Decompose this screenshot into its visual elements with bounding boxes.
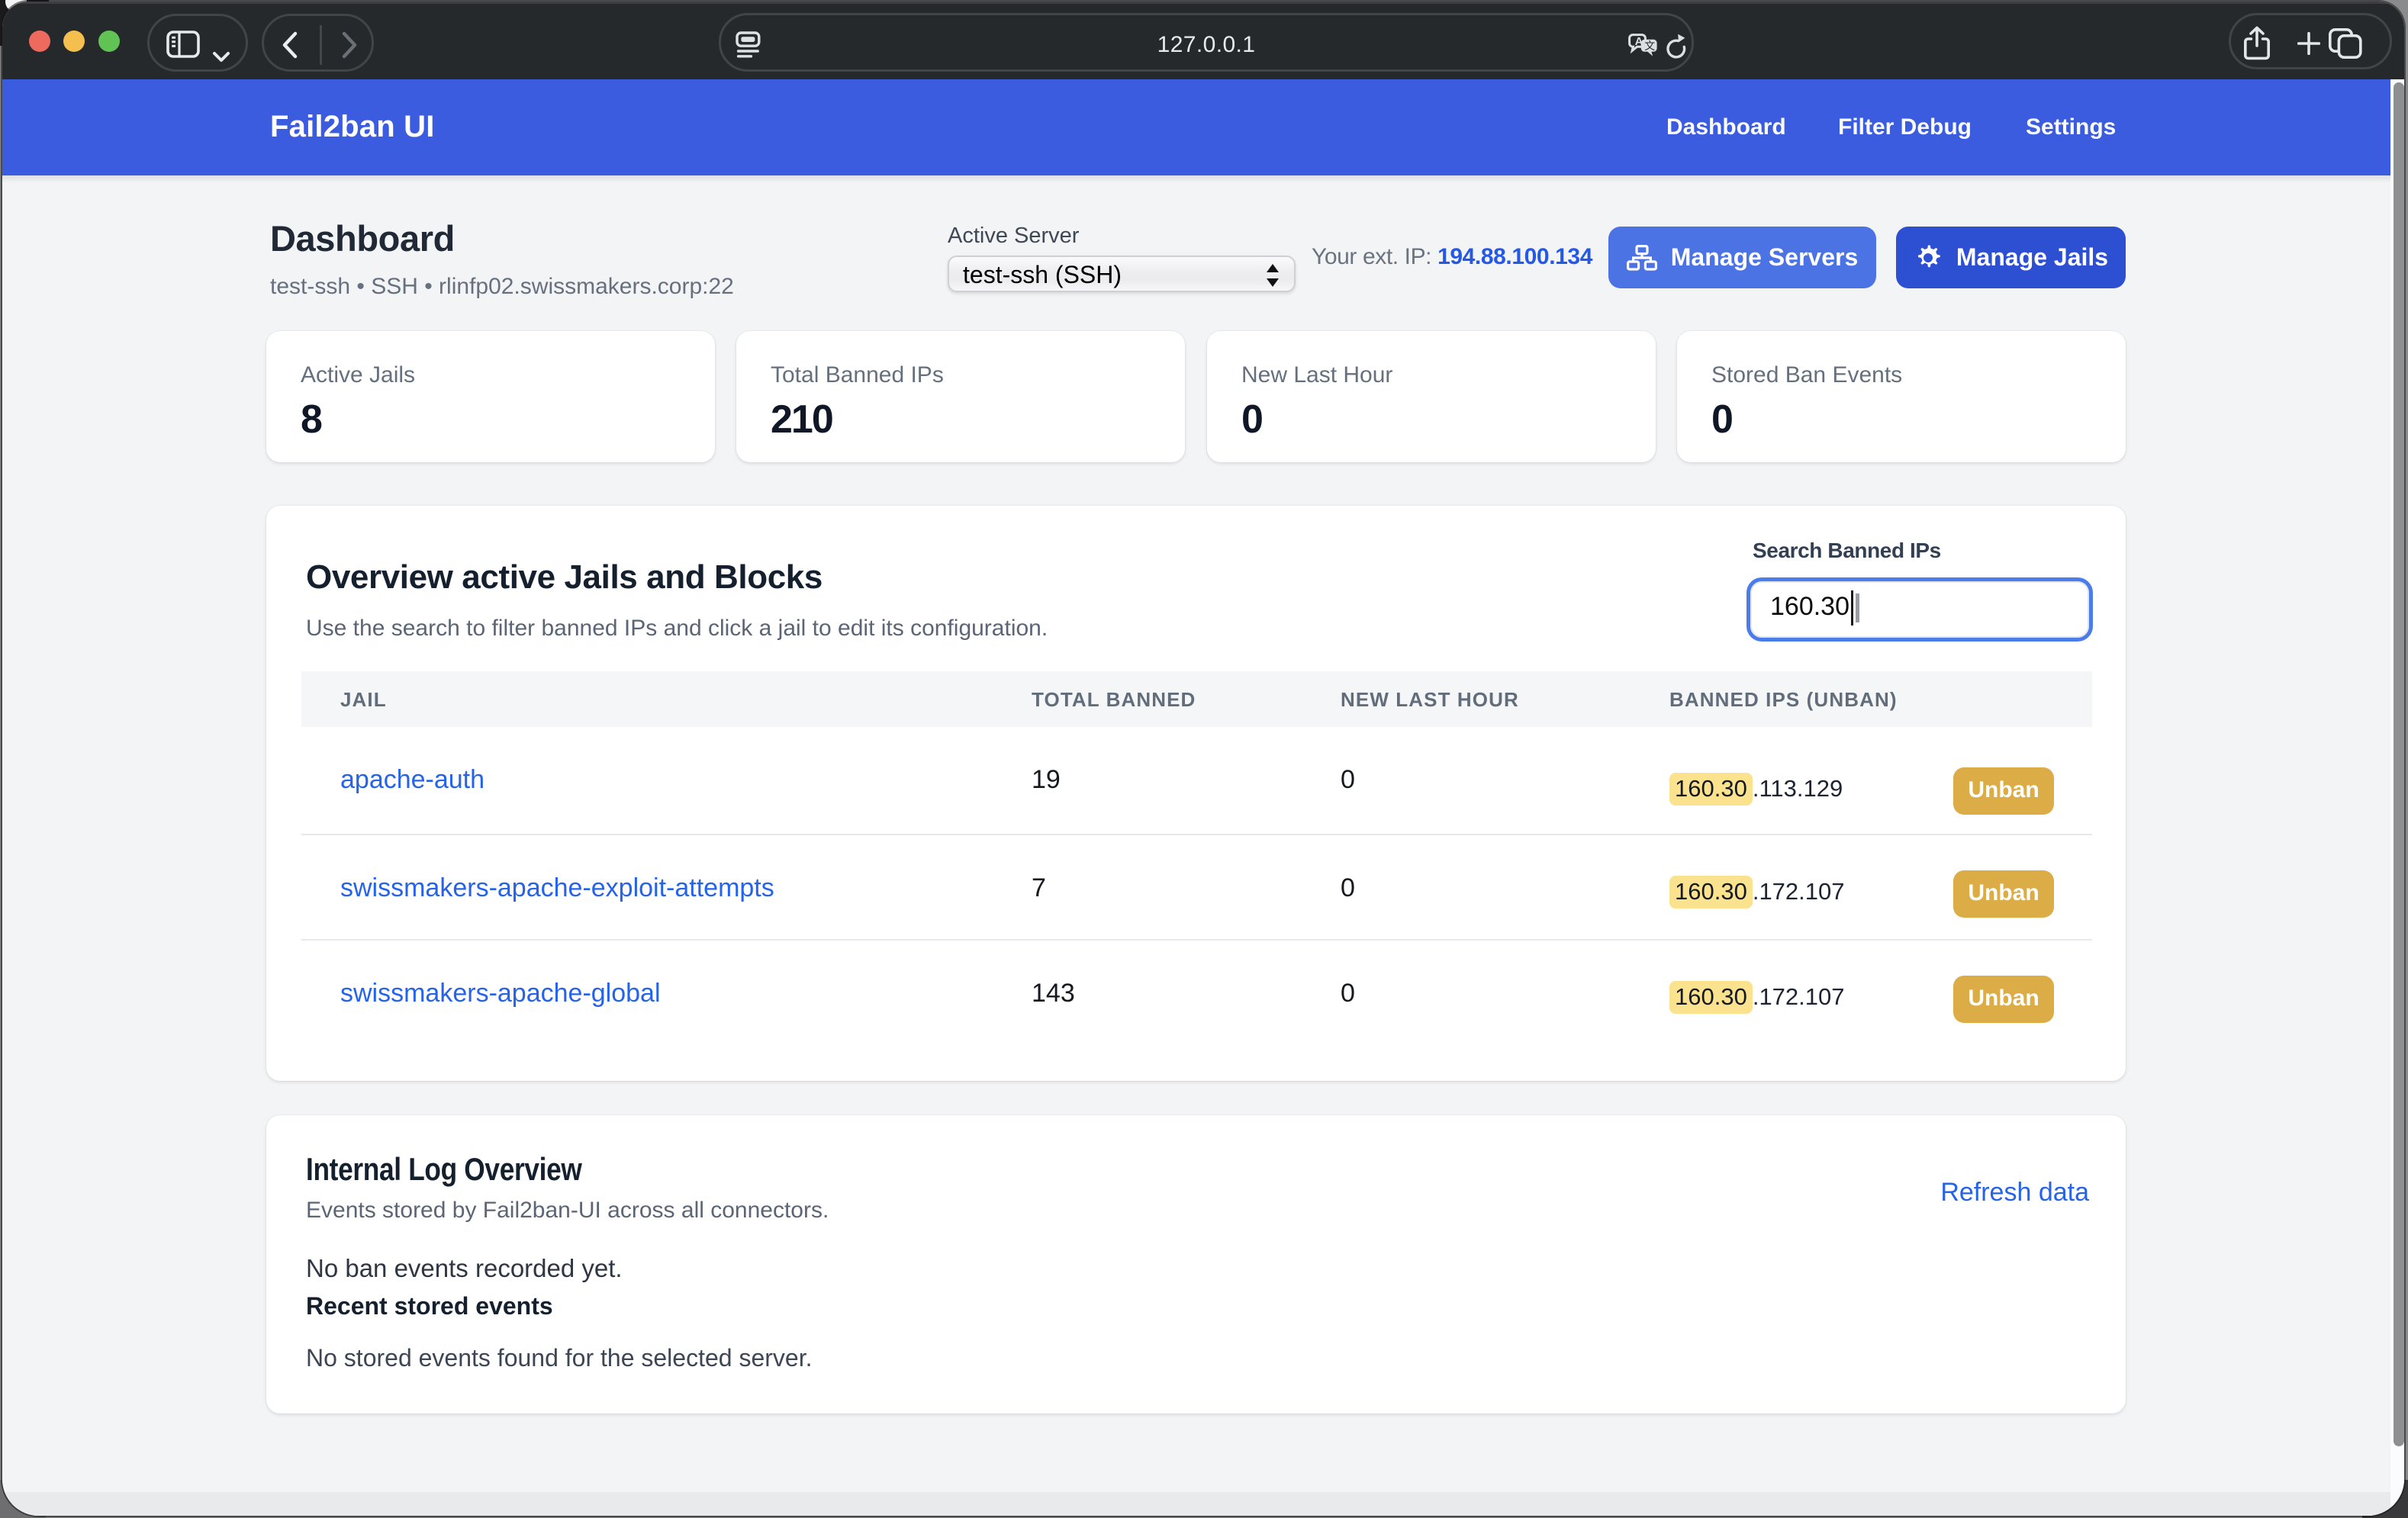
svg-text:文: 文 <box>1644 40 1655 52</box>
